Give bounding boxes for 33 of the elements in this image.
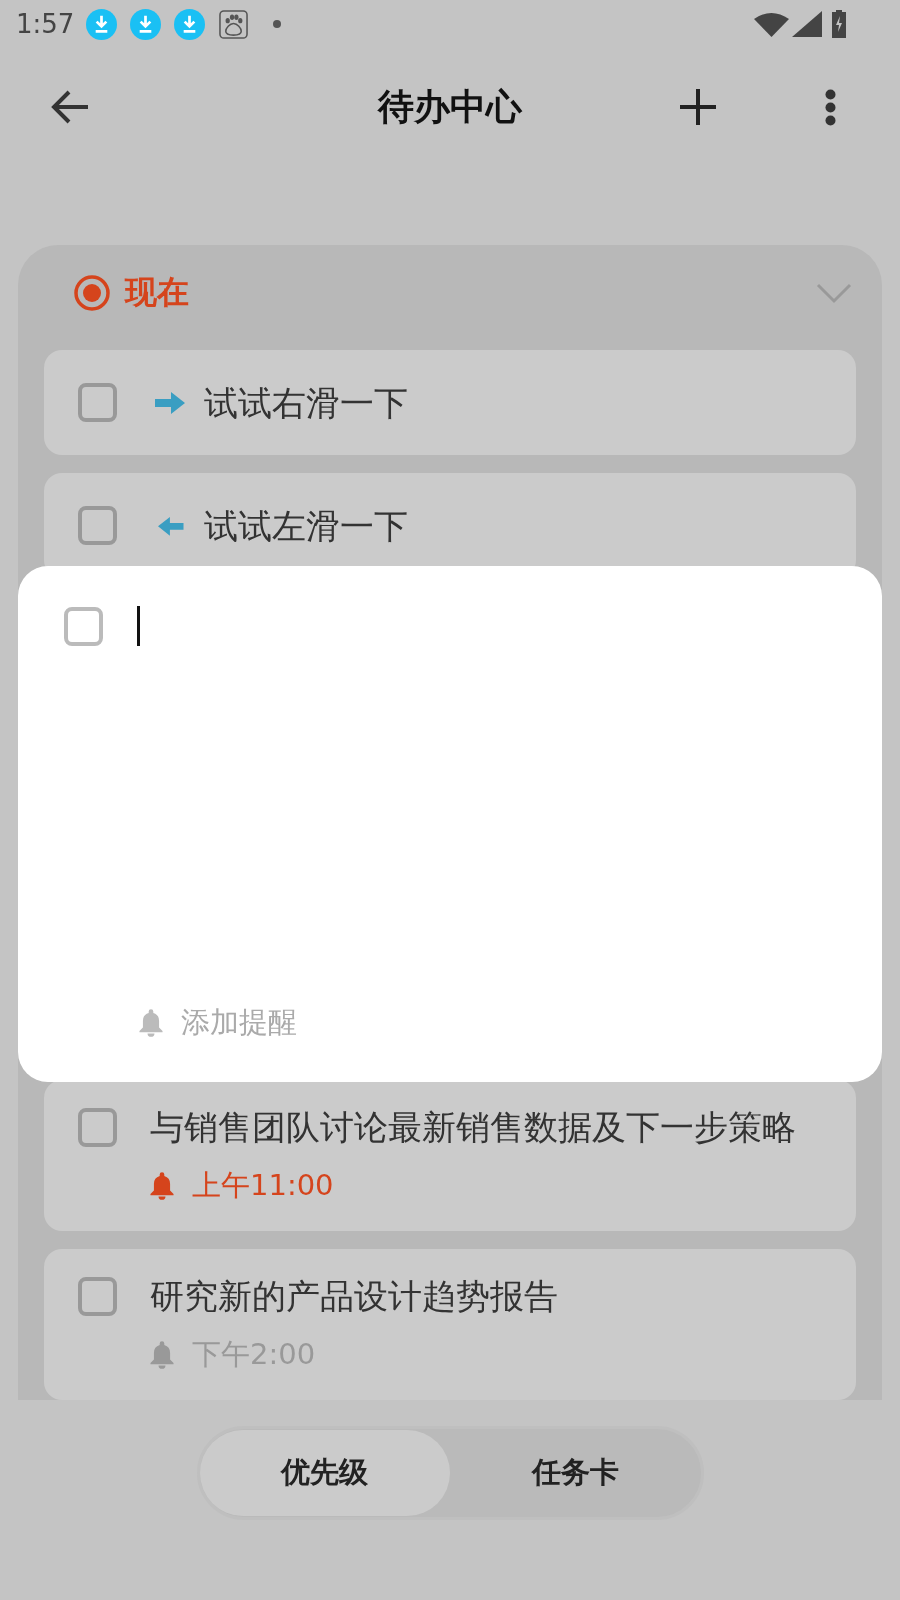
task-card[interactable]: 试试右滑一下 [44,350,856,455]
checkbox[interactable] [78,1276,117,1316]
view-tab[interactable]: 任务卡 [450,1430,701,1516]
checkbox[interactable] [64,607,103,646]
paw-icon [219,9,249,39]
checkbox[interactable] [78,506,117,545]
task-title: 试试右滑一下 [204,381,408,425]
app-title: 待办中心 [378,84,522,129]
bell-icon [137,1008,165,1038]
arrow-left-icon [50,89,90,125]
view-tab[interactable]: 优先级 [199,1430,450,1516]
checkbox[interactable] [78,1107,117,1147]
reminder-time: 上午11:00 [192,1167,334,1204]
status-time: 1:57 [16,9,75,39]
task-title: 研究新的产品设计趋势报告 [150,1275,559,1318]
chevron-down-icon[interactable] [816,282,852,304]
more-vertical-icon [824,88,836,126]
section-title: 现在 [125,272,189,313]
arrow-right-icon [155,391,185,414]
signal-icon [792,11,822,37]
task-title: 试试左滑一下 [204,504,408,548]
task-title: 与销售团队讨论最新销售数据及下一步策略 [150,1106,797,1149]
download-icon [86,8,118,40]
notification-dot-icon [273,20,282,28]
download-icon [174,8,206,40]
arrow-left-icon [155,514,185,537]
battery-icon [832,10,846,38]
checkbox[interactable] [78,383,117,422]
task-card[interactable]: 与销售团队讨论最新销售数据及下一步策略 上午11:00 [44,1080,856,1231]
download-icon [130,8,162,40]
target-icon [74,275,110,311]
wifi-icon [754,11,789,37]
plus-icon [680,89,716,125]
